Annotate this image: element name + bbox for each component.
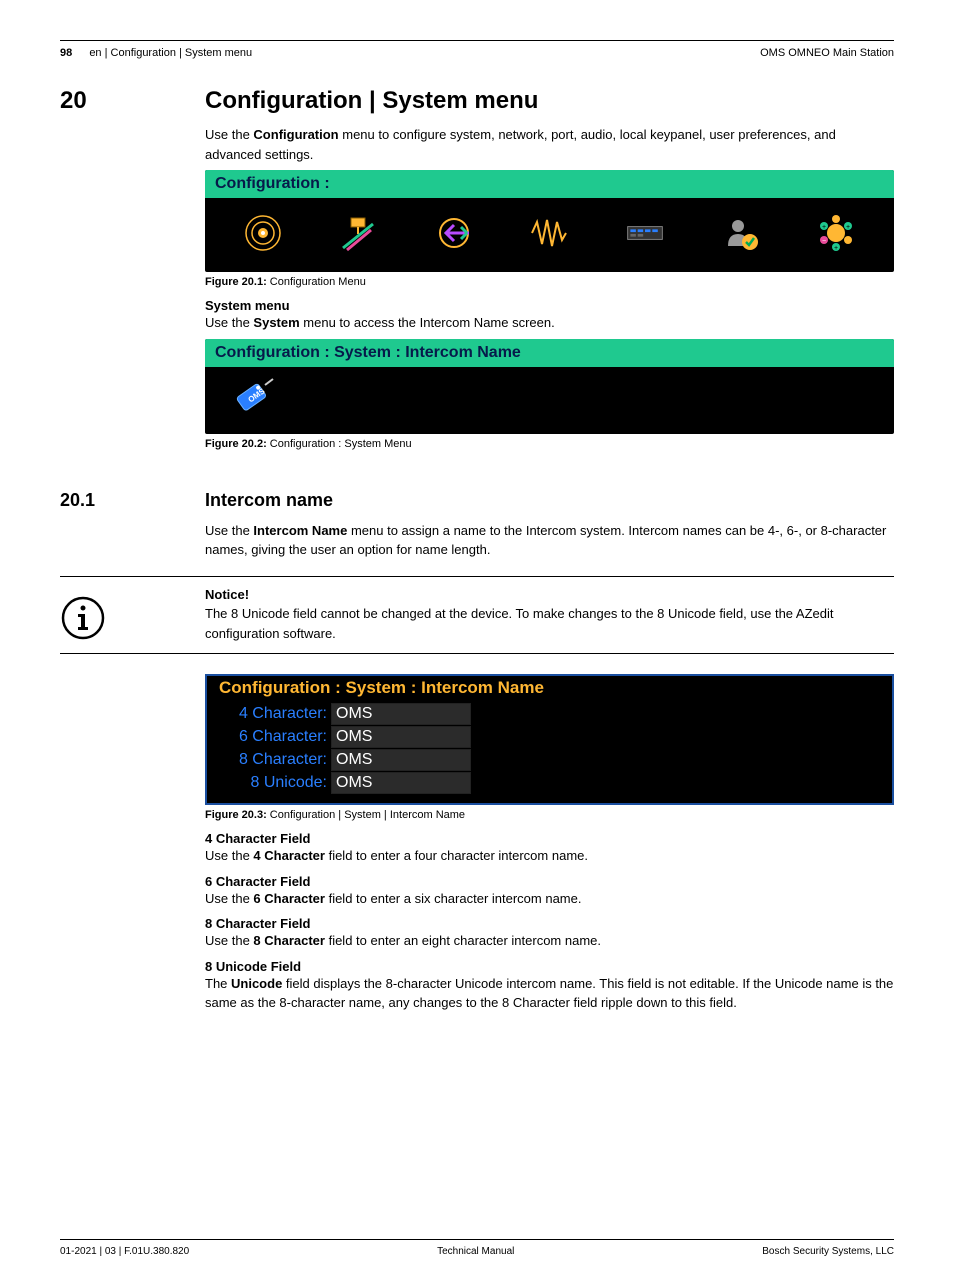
screenshot-header-3: Configuration : System : Intercom Name — [215, 678, 548, 698]
breadcrumb: en | Configuration | System menu — [89, 47, 252, 59]
svg-text:+: + — [834, 245, 838, 252]
desc-8unicode: The Unicode field displays the 8-charact… — [205, 974, 894, 1013]
figure-20-3: Configuration : System : Intercom Name 4… — [205, 674, 894, 805]
section-intro: Use the Configuration menu to configure … — [205, 125, 894, 164]
figure-20-2-caption: Figure 20.2: Configuration : System Menu — [205, 438, 894, 450]
page-footer: 01-2021 | 03 | F.01U.380.820 Technical M… — [60, 1246, 894, 1257]
screenshot-header-2: Configuration : System : Intercom Name — [205, 339, 894, 367]
port-icon — [433, 212, 475, 254]
svg-text:+: + — [822, 224, 826, 231]
system-menu-desc: Use the System menu to access the Interc… — [205, 313, 894, 333]
svg-text:+: + — [846, 224, 850, 231]
figure-20-1-caption: Figure 20.1: Configuration Menu — [205, 276, 894, 288]
footer-left: 01-2021 | 03 | F.01U.380.820 — [60, 1246, 189, 1257]
network-icon — [337, 212, 379, 254]
system-icon — [242, 212, 284, 254]
system-menu-heading: System menu — [205, 298, 894, 313]
footer-center: Technical Manual — [437, 1246, 514, 1257]
page-number: 98 — [60, 47, 72, 59]
svg-text:−: − — [822, 238, 826, 245]
figure-20-2: Configuration : System : Intercom Name O… — [205, 339, 894, 434]
heading-8char: 8 Character Field — [205, 916, 894, 931]
user-prefs-icon — [720, 212, 762, 254]
notice-body: The 8 Unicode field cannot be changed at… — [205, 604, 894, 643]
desc-4char: Use the 4 Character field to enter a fou… — [205, 846, 894, 866]
page-header: 98 en | Configuration | System menu OMS … — [60, 47, 894, 59]
intercom-row-4char: 4 Character: OMS — [215, 703, 884, 725]
notice-block: Notice! The 8 Unicode field cannot be ch… — [60, 576, 894, 655]
keypanel-icon — [624, 212, 666, 254]
subsection-number: 20.1 — [60, 490, 205, 511]
desc-6char: Use the 6 Character field to enter a six… — [205, 889, 894, 909]
info-icon — [60, 595, 106, 641]
footer-right: Bosch Security Systems, LLC — [762, 1246, 894, 1257]
product-name: OMS OMNEO Main Station — [760, 47, 894, 59]
screenshot-header: Configuration : — [205, 170, 894, 198]
notice-heading: Notice! — [205, 585, 894, 605]
section-title: Configuration | System menu — [205, 87, 894, 115]
figure-20-3-caption: Figure 20.3: Configuration | System | In… — [205, 809, 894, 821]
intercom-row-6char: 6 Character: OMS — [215, 726, 884, 748]
subsection-intro: Use the Intercom Name menu to assign a n… — [205, 521, 894, 560]
intercom-row-8unicode: 8 Unicode: OMS — [215, 772, 884, 794]
heading-6char: 6 Character Field — [205, 874, 894, 889]
section-number: 20 — [60, 87, 205, 115]
desc-8char: Use the 8 Character field to enter an ei… — [205, 931, 894, 951]
intercom-row-8char: 8 Character: OMS — [215, 749, 884, 771]
advanced-icon: + + − + — [815, 212, 857, 254]
audio-icon — [528, 212, 570, 254]
heading-4char: 4 Character Field — [205, 831, 894, 846]
heading-8unicode: 8 Unicode Field — [205, 959, 894, 974]
figure-20-1: Configuration : — [205, 170, 894, 272]
subsection-title: Intercom name — [205, 490, 894, 511]
